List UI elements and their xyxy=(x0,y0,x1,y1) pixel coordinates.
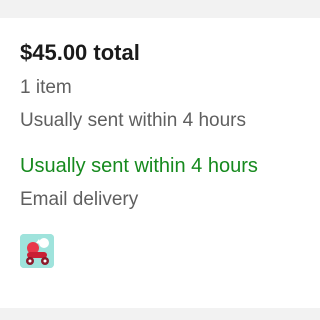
order-total: $45.00 total xyxy=(20,40,140,65)
delivery-status: Usually sent within 4 hours xyxy=(20,155,258,177)
gift-card-thumbnail-icon[interactable] xyxy=(20,234,54,268)
top-strip xyxy=(0,0,320,18)
delivery-method: Email delivery xyxy=(20,189,139,210)
gift-card-art-icon xyxy=(20,234,54,268)
shipping-note: Usually sent within 4 hours xyxy=(20,110,246,131)
order-summary-card: $45.00 total 1 item Usually sent within … xyxy=(0,18,320,308)
item-count: 1 item xyxy=(20,77,72,98)
